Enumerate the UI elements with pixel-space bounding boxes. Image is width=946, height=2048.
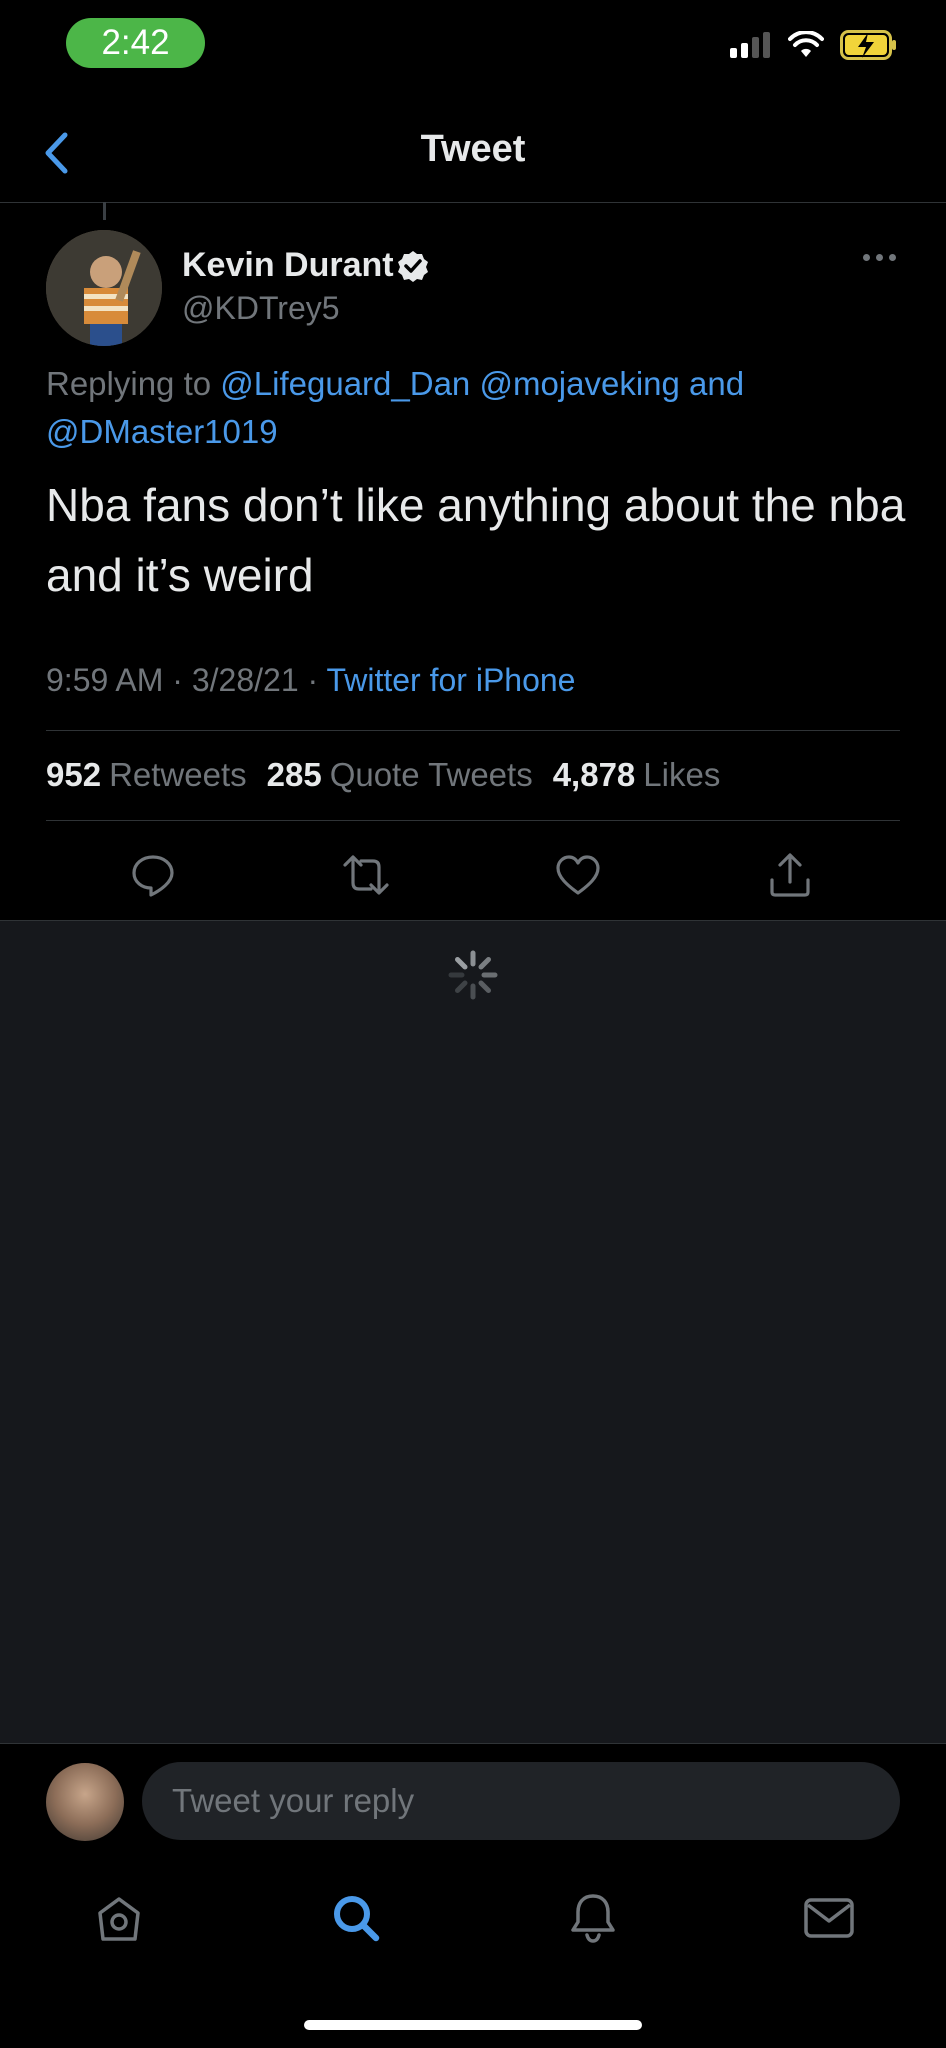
tab-messages[interactable] <box>799 1888 859 1948</box>
retweets-stat[interactable]: 952 Retweets <box>46 756 247 794</box>
tweet-stats: 952 Retweets 285 Quote Tweets 4,878 Likes <box>46 756 720 794</box>
status-time: 2:42 <box>66 18 205 68</box>
home-icon <box>98 1897 140 1941</box>
divider <box>46 730 900 731</box>
dot <box>876 254 883 261</box>
loading-spinner-icon <box>448 950 498 1000</box>
author-avatar[interactable] <box>46 230 162 346</box>
replying-to: Replying to @Lifeguard_Dan @mojaveking a… <box>46 360 886 456</box>
dot <box>863 254 870 261</box>
reply-icon <box>132 855 174 897</box>
thread-line <box>103 202 106 220</box>
tab-search[interactable] <box>326 1888 386 1948</box>
retweet-icon <box>343 855 389 895</box>
avatar-photo-icon <box>46 230 162 346</box>
tab-home[interactable] <box>89 1888 149 1948</box>
likes-label: Likes <box>643 756 721 793</box>
mail-icon <box>804 1898 854 1938</box>
tweet-actions <box>0 845 946 915</box>
meta-separator: · <box>307 662 319 698</box>
divider <box>46 820 900 821</box>
replies-area <box>0 920 946 1744</box>
verified-badge-icon <box>398 251 428 282</box>
retweets-label: Retweets <box>109 756 247 793</box>
user-avatar[interactable] <box>46 1763 124 1841</box>
replying-prefix: Replying to <box>46 365 212 402</box>
retweet-button[interactable] <box>336 845 396 905</box>
share-icon <box>770 853 810 897</box>
mention-link[interactable]: @Lifeguard_Dan <box>220 365 470 402</box>
tweet-date: 3/28/21 <box>191 662 299 698</box>
battery-charging-icon <box>840 30 896 60</box>
tweet-meta: 9:59 AM · 3/28/21 · Twitter for iPhone <box>46 662 575 699</box>
likes-stat[interactable]: 4,878 Likes <box>553 756 721 794</box>
likes-count: 4,878 <box>552 756 636 793</box>
tweet-text: Nba fans don’t like anything about the n… <box>46 479 906 601</box>
wifi-icon <box>788 31 824 57</box>
reply-input[interactable]: Tweet your reply <box>142 1762 900 1840</box>
tweet-source-link[interactable]: Twitter for iPhone <box>326 662 575 698</box>
more-options-button[interactable] <box>863 254 896 261</box>
mention-link[interactable]: @mojaveking <box>479 365 679 402</box>
author-name[interactable]: Kevin Durant <box>182 246 394 285</box>
mention-conjunction[interactable]: and <box>689 365 744 402</box>
dot <box>889 254 896 261</box>
tweet-time: 9:59 AM <box>46 662 164 698</box>
home-indicator[interactable] <box>304 2020 642 2030</box>
search-icon <box>334 1896 380 1942</box>
mention-link[interactable]: @DMaster1019 <box>46 413 278 450</box>
meta-separator: · <box>172 662 183 698</box>
reply-button[interactable] <box>123 845 183 905</box>
share-button[interactable] <box>760 845 820 905</box>
retweets-count: 952 <box>46 756 102 793</box>
cellular-signal-icon <box>730 32 770 58</box>
quote-tweets-stat[interactable]: 285 Quote Tweets <box>267 756 533 794</box>
heart-icon <box>556 855 600 895</box>
like-button[interactable] <box>548 845 608 905</box>
page-title: Tweet <box>420 128 526 170</box>
author-handle[interactable]: @KDTrey5 <box>182 290 340 327</box>
quote-tweets-count: 285 <box>266 756 322 793</box>
bell-icon <box>571 1894 615 1943</box>
status-icons <box>730 30 898 60</box>
quote-tweets-label: Quote Tweets <box>329 756 533 793</box>
tab-notifications[interactable] <box>563 1888 623 1948</box>
